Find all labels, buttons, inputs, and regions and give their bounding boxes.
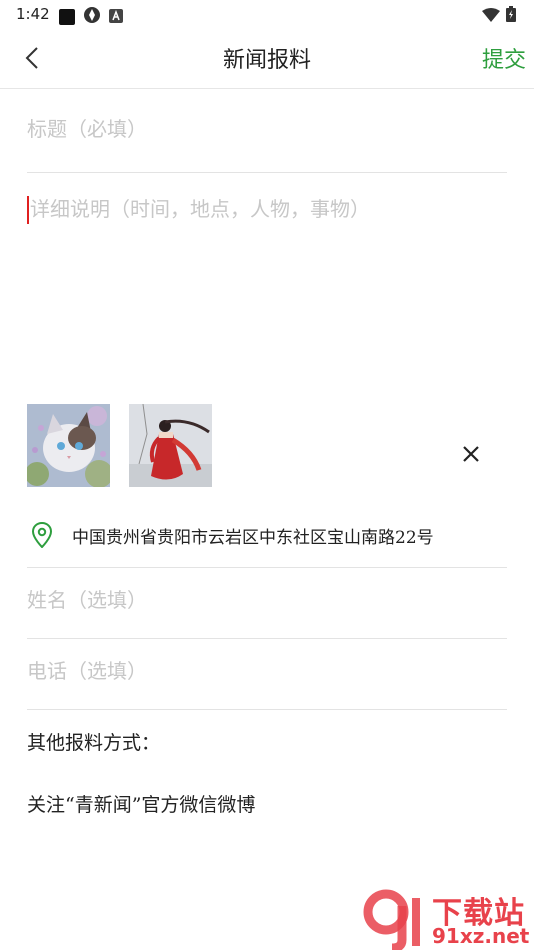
follow-wechat-weibo-text: 关注“青新闻”官方微信微博 (27, 794, 256, 816)
title-field-row (27, 89, 507, 173)
watermark-logo-icon (363, 889, 420, 950)
location-row[interactable]: 中国贵州省贵阳市云岩区中东社区宝山南路22号 (27, 500, 507, 568)
detail-textarea[interactable] (30, 190, 507, 380)
photo-thumbnail-woman[interactable] (129, 404, 212, 487)
page-title: 新闻报料 (222, 48, 311, 73)
location-address: 中国贵州省贵阳市云岩区中东社区宝山南路22号 (72, 528, 434, 548)
status-time: 1:42 (16, 5, 50, 23)
phone-input[interactable] (27, 659, 507, 683)
watermark-en: 91xz.net (432, 924, 530, 948)
submit-button[interactable]: 提交 (482, 42, 526, 74)
wifi-icon (482, 7, 500, 26)
status-notification-icons (59, 6, 123, 28)
font-icon (109, 8, 123, 27)
photo-attachments (27, 404, 507, 487)
location-pin-icon (31, 521, 53, 552)
status-bar: 1:42 (0, 0, 534, 28)
name-field-row (27, 568, 507, 639)
status-system-icons (482, 6, 516, 26)
text-caret (27, 196, 29, 224)
close-icon (463, 446, 479, 462)
photo-thumbnail-cat[interactable] (27, 404, 110, 487)
nav-bar: 新闻报料 提交 (0, 28, 534, 89)
phone-field-row (27, 639, 507, 710)
other-methods-heading: 其他报料方式： (27, 732, 161, 754)
site-watermark: 下载站 91xz.net (362, 888, 534, 950)
detail-field-row (27, 190, 507, 380)
title-input[interactable] (27, 117, 507, 141)
app-notification-icon (59, 9, 75, 25)
remove-photo-button[interactable] (457, 440, 485, 468)
battery-icon (506, 6, 516, 26)
sync-icon (83, 6, 101, 28)
name-input[interactable] (27, 588, 507, 612)
